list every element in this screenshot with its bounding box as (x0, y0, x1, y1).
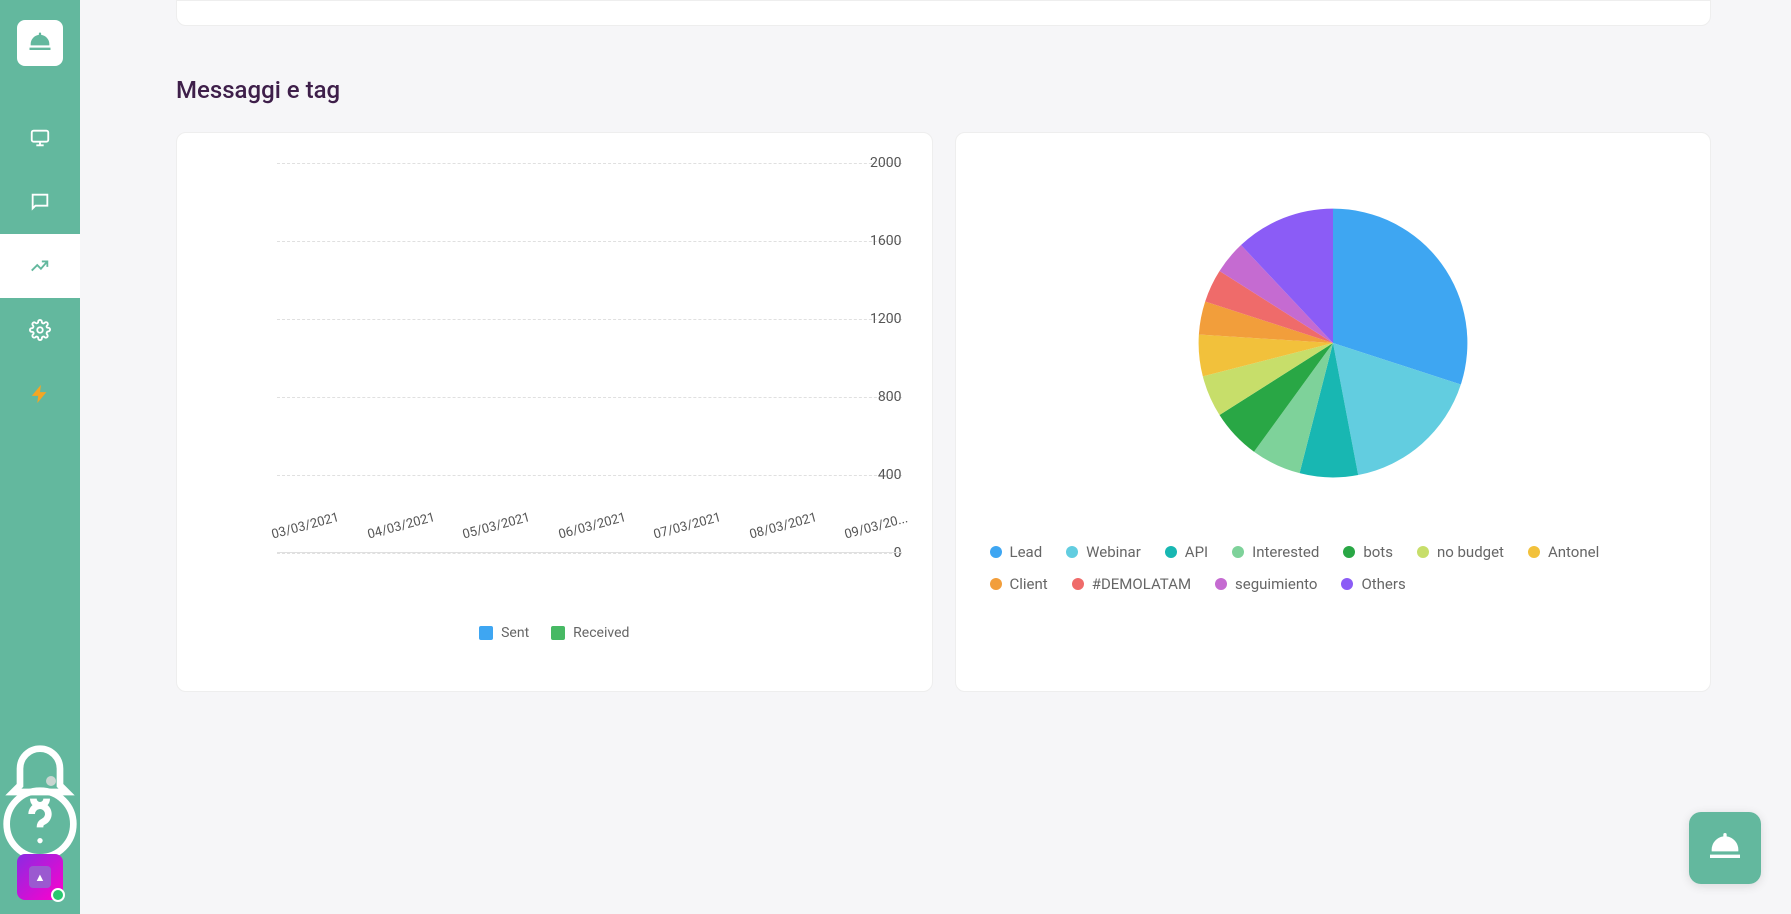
presence-online (51, 888, 65, 902)
charts-row: 0400800120016002000 03/03/202104/03/2021… (176, 132, 1711, 692)
legend-swatch (1232, 546, 1244, 558)
sidebar-item-analytics[interactable] (0, 234, 80, 298)
bell-service-icon (26, 29, 54, 57)
legend-swatch (551, 626, 565, 640)
legend-swatch (990, 578, 1002, 590)
legend-label: Others (1361, 575, 1405, 593)
gridline (277, 553, 902, 554)
legend-label: Antonel (1548, 543, 1599, 561)
legend-label: Received (573, 625, 629, 641)
legend-item-sent[interactable]: Sent (479, 625, 529, 641)
gear-icon (29, 319, 51, 341)
legend-label: seguimiento (1235, 575, 1317, 593)
app-logo[interactable] (17, 20, 63, 66)
legend-label: bots (1363, 543, 1393, 561)
main-content: Messaggi e tag 0400800120016002000 03/03… (80, 0, 1791, 914)
legend-label: Client (1010, 575, 1048, 593)
legend-swatch (479, 626, 493, 640)
legend-item-bots[interactable]: bots (1343, 543, 1393, 561)
sidebar (0, 0, 80, 914)
legend-label: API (1185, 543, 1208, 561)
legend-swatch (990, 546, 1002, 558)
legend-item-received[interactable]: Received (551, 625, 629, 641)
legend-swatch (1072, 578, 1084, 590)
legend-label: #DEMOLATAM (1092, 575, 1191, 593)
legend-item-no-budget[interactable]: no budget (1417, 543, 1504, 561)
bar-chart: 0400800120016002000 (197, 163, 912, 553)
legend-item--demolatam[interactable]: #DEMOLATAM (1072, 575, 1191, 593)
previous-card-stub (176, 0, 1711, 26)
legend-swatch (1528, 546, 1540, 558)
notification-dot (46, 776, 56, 786)
sidebar-item-settings[interactable] (0, 298, 80, 362)
section-title: Messaggi e tag (176, 76, 1711, 104)
legend-swatch (1066, 546, 1078, 558)
trend-up-icon (29, 255, 51, 277)
bell-icon (0, 732, 80, 812)
legend-swatch (1343, 546, 1355, 558)
bell-service-icon (1705, 828, 1745, 868)
notifications-button[interactable] (0, 744, 80, 800)
bar-chart-x-labels: 03/03/202104/03/202105/03/202106/03/2021… (257, 528, 922, 543)
sidebar-nav (0, 106, 80, 426)
sidebar-item-dashboard[interactable] (0, 106, 80, 170)
legend-label: Webinar (1086, 543, 1141, 561)
bar-chart-legend: Sent Received (197, 625, 912, 641)
pie-chart-card: Lead Webinar API Interested bots no budget Ant… (955, 132, 1712, 692)
legend-item-antonel[interactable]: Antonel (1528, 543, 1599, 561)
avatar-glyph (29, 866, 51, 888)
sidebar-item-automations[interactable] (0, 362, 80, 426)
chat-fab[interactable] (1689, 812, 1761, 884)
legend-item-others[interactable]: Others (1341, 575, 1405, 593)
user-avatar[interactable] (17, 854, 63, 900)
legend-label: Interested (1252, 543, 1319, 561)
legend-item-client[interactable]: Client (990, 575, 1048, 593)
legend-item-api[interactable]: API (1165, 543, 1208, 561)
pie-chart-legend: Lead Webinar API Interested bots no budget Ant… (976, 543, 1691, 593)
monitor-icon (29, 127, 51, 149)
legend-swatch (1215, 578, 1227, 590)
sidebar-bottom (0, 744, 80, 914)
bar-plot-area (277, 163, 902, 553)
legend-swatch (1165, 546, 1177, 558)
chat-icon (29, 191, 51, 213)
legend-swatch (1417, 546, 1429, 558)
legend-label: Lead (1010, 543, 1043, 561)
sidebar-item-chat[interactable] (0, 170, 80, 234)
legend-item-seguimiento[interactable]: seguimiento (1215, 575, 1317, 593)
bar-chart-card: 0400800120016002000 03/03/202104/03/2021… (176, 132, 933, 692)
legend-swatch (1341, 578, 1353, 590)
legend-label: Sent (501, 625, 529, 641)
pie-chart (1193, 203, 1473, 483)
legend-item-webinar[interactable]: Webinar (1066, 543, 1141, 561)
legend-item-lead[interactable]: Lead (990, 543, 1043, 561)
legend-label: no budget (1437, 543, 1504, 561)
legend-item-interested[interactable]: Interested (1232, 543, 1319, 561)
bolt-icon (29, 383, 51, 405)
